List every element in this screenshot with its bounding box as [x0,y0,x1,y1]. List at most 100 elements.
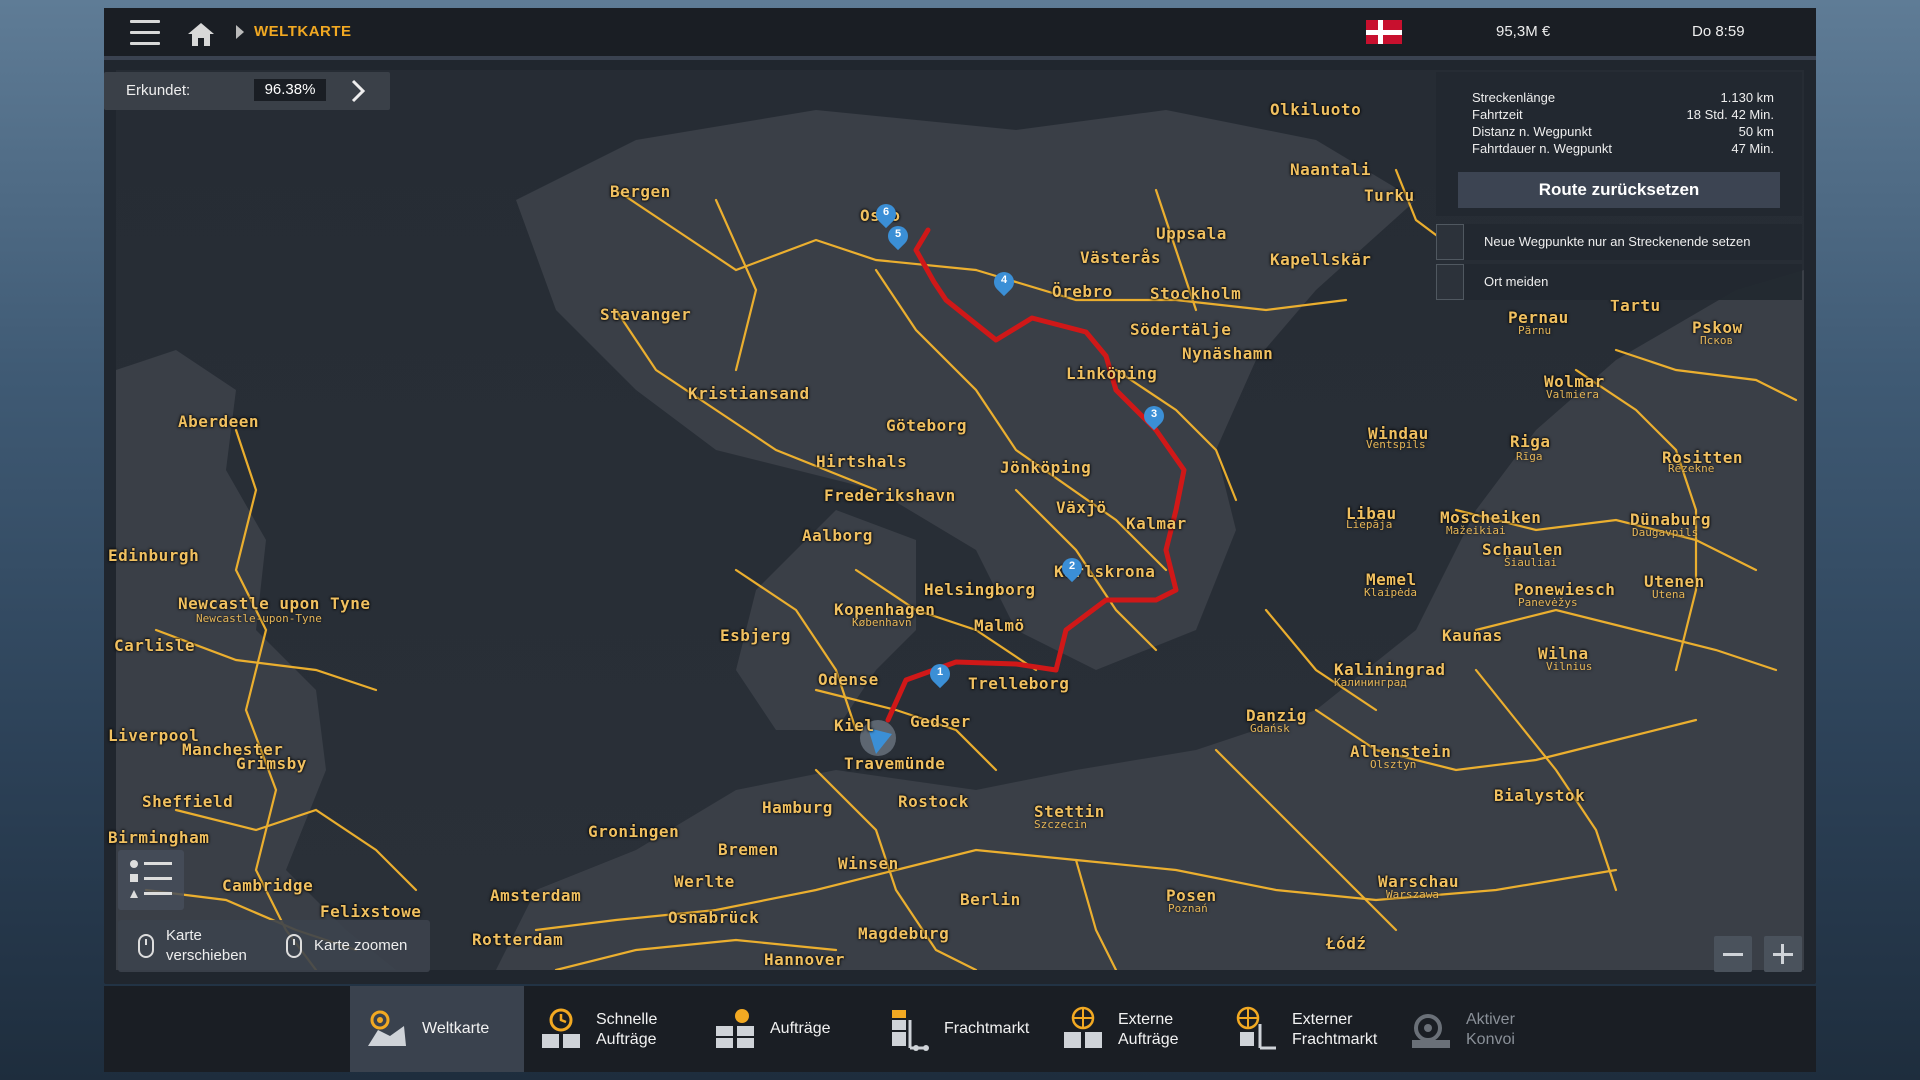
explored-value: 96.38% [254,79,326,101]
waypoint-number: 6 [882,206,890,218]
city-label[interactable]: Hirtshals [816,452,907,471]
city-label[interactable]: Malmö [974,616,1025,635]
city-label[interactable]: Newcastle upon Tyne [178,594,371,613]
hint-move-line2: verschieben [166,947,247,964]
city-label[interactable]: Birmingham [108,828,209,847]
city-label[interactable]: Jönköping [1000,458,1091,477]
city-label[interactable]: Kaunas [1442,626,1503,645]
city-label[interactable]: Kalmar [1126,514,1187,533]
city-label[interactable]: Olkiluoto [1270,100,1361,119]
city-label[interactable]: Kristiansand [688,384,810,403]
city-local-name: Калининград [1334,676,1407,689]
city-label[interactable]: Aberdeen [178,412,259,431]
city-label[interactable]: Berlin [960,890,1021,909]
city-label[interactable]: Kapellskär [1270,250,1371,269]
waypoint-number: 1 [936,666,944,678]
city-label[interactable]: Linköping [1066,364,1157,383]
mouse-scroll-icon [286,934,302,958]
city-label[interactable]: Travemünde [844,754,945,773]
globe-crates-icon [1064,1006,1102,1048]
city-label[interactable]: Kiel [834,716,875,735]
city-label[interactable]: Odense [818,670,879,689]
city-label[interactable]: Rostock [898,792,969,811]
tab-freight-market[interactable]: Frachtmarkt [872,986,1046,1072]
city-label[interactable]: Hamburg [762,798,833,817]
menu-icon[interactable] [130,20,160,46]
city-label[interactable]: Helsingborg [924,580,1035,599]
city-local-name: Valmiera [1546,388,1599,401]
zoom-out-button[interactable] [1714,936,1752,972]
city-label[interactable]: Carlisle [114,636,195,655]
city-label[interactable]: Riga [1510,432,1551,451]
forklift-icon [892,1010,929,1051]
tab-world-map[interactable]: Weltkarte [350,986,524,1072]
city-label[interactable]: Västerås [1080,248,1161,267]
city-label[interactable]: Felixstowe [320,902,421,921]
city-label[interactable]: Bialystok [1494,786,1585,805]
city-label[interactable]: Bergen [610,182,671,201]
city-label[interactable]: Sheffield [142,792,233,811]
city-label[interactable]: Cambridge [222,876,313,895]
controls-hint: Karte verschieben Karte zoomen [118,920,430,972]
waypoint-number: 4 [1000,274,1008,286]
tab-quick-jobs[interactable]: Schnelle Aufträge [524,986,698,1072]
city-label[interactable]: Rotterdam [472,930,563,949]
city-label[interactable]: Hannover [764,950,845,969]
city-local-name: Gdańsk [1250,722,1290,735]
waypoint-number: 3 [1150,408,1158,420]
city-label[interactable]: Grimsby [236,754,307,773]
zoom-in-button[interactable] [1764,936,1802,972]
city-label[interactable]: Turku [1364,186,1415,205]
checkbox-waypoints-end[interactable] [1436,224,1464,260]
waypoint-marker[interactable]: 3 [1139,401,1169,432]
city-label[interactable]: Aalborg [802,526,873,545]
city-label[interactable]: Amsterdam [490,886,581,905]
city-label[interactable]: Frederikshavn [824,486,956,505]
city-local-name: Daugavpils [1632,526,1699,539]
city-local-name: Klaipėda [1364,586,1417,599]
city-label[interactable]: Uppsala [1156,224,1227,243]
city-label[interactable]: Trelleborg [968,674,1069,693]
city-local-name: Liepāja [1346,518,1393,531]
waypoint-marker[interactable]: 1 [925,659,955,690]
explored-panel: Erkundet: 96.38% [104,72,390,110]
city-label[interactable]: Naantali [1290,160,1371,179]
checkbox-avoid-location[interactable] [1436,264,1464,300]
city-label[interactable]: Södertälje [1130,320,1231,339]
city-label[interactable]: Werlte [674,872,735,891]
denmark-flag-icon [1366,20,1402,44]
city-label[interactable]: Esbjerg [720,626,791,645]
city-label[interactable]: Edinburgh [108,546,199,565]
waypoint-marker[interactable]: 6 [871,199,901,230]
city-label[interactable]: Växjö [1056,498,1107,517]
reset-route-button[interactable]: Route zurücksetzen [1458,172,1780,208]
city-label[interactable]: Nynäshamn [1182,344,1273,363]
waypoint-marker[interactable]: 4 [989,267,1019,298]
hint-move-line1: Karte [166,927,202,944]
city-label[interactable]: Bremen [718,840,779,859]
city-label[interactable]: Stavanger [600,305,691,324]
city-label[interactable]: Göteborg [886,416,967,435]
chevron-right-icon[interactable] [348,78,368,104]
option-waypoints-end[interactable]: Neue Wegpunkte nur an Streckenende setze… [1436,224,1802,260]
city-local-name: Псков [1700,334,1734,347]
legend-list-icon [130,860,172,898]
tab-jobs[interactable]: Aufträge [698,986,872,1072]
city-label[interactable]: Magdeburg [858,924,949,943]
tab-active-convoy[interactable]: Aktiver Konvoi [1394,986,1568,1072]
waypoint-marker[interactable]: 2 [1057,553,1087,584]
city-local-name: Newcastle-upon-Tyne [196,612,322,625]
city-label[interactable]: Groningen [588,822,679,841]
city-label[interactable]: Örebro [1052,282,1113,301]
breadcrumb[interactable]: WELTKARTE [254,23,352,40]
city-label[interactable]: Gedser [910,712,971,731]
home-icon[interactable] [186,20,216,48]
city-label[interactable]: Łódź [1326,934,1367,953]
city-label[interactable]: Osnabrück [668,908,759,927]
tab-external-freight-market[interactable]: Externer Frachtmarkt [1220,986,1394,1072]
city-label[interactable]: Winsen [838,854,899,873]
map-legend-button[interactable] [118,850,184,910]
tab-external-jobs[interactable]: Externe Aufträge [1046,986,1220,1072]
option-avoid-location[interactable]: Ort meiden [1436,264,1802,300]
city-label[interactable]: Stockholm [1150,284,1241,303]
